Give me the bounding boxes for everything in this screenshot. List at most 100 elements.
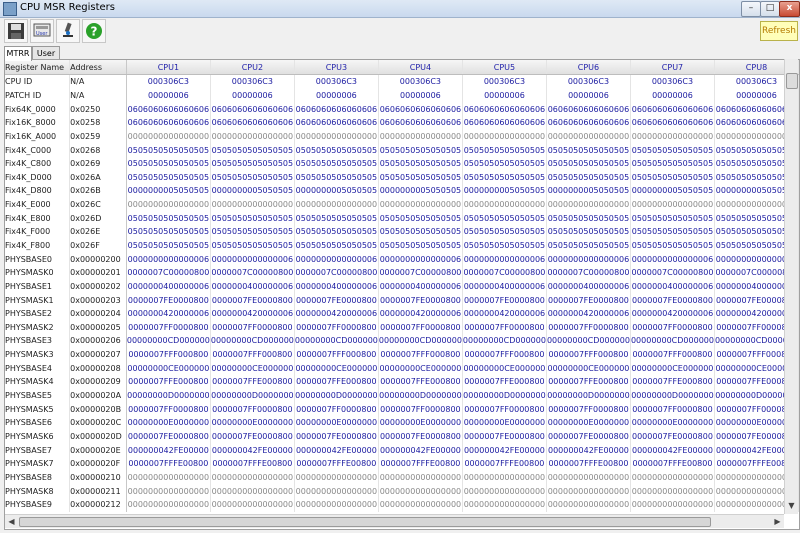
cpu5-value-cell: 000306C3 <box>462 74 547 89</box>
vertical-scrollbar[interactable]: ▼ <box>784 59 798 514</box>
table-row[interactable]: PHYSBASE4 0x00000208 00000000CE000000 00000… <box>5 361 799 376</box>
cpu2-value-cell: 0000000420000006 <box>210 306 295 321</box>
cpu6-value-cell: 0000000000000000 <box>546 484 631 498</box>
table-row[interactable]: PHYSMASK3 0x00000207 0000007FFF000800 00000… <box>5 347 799 362</box>
table-row[interactable]: PHYSBASE5 0x0000020A 00000000D0000000 00000… <box>5 388 799 403</box>
table-row[interactable]: Fix4K_E800 0x026D 0505050505050505 05050505… <box>5 211 799 226</box>
cpu1-value-cell: 0000007FFFE00800 <box>126 456 211 471</box>
cpu7-value-cell: 0000007FF0000800 <box>630 320 715 335</box>
cpu4-value-cell: 0000007FE0000800 <box>378 293 463 307</box>
app-icon <box>3 2 17 16</box>
table-row[interactable]: PHYSBASE9 0x00000212 0000000000000000 00000… <box>5 497 799 512</box>
column-header-register-name[interactable]: Register Name <box>5 60 71 75</box>
table-row[interactable]: PHYSBASE7 0x0000020E 000000042FE00000 00000… <box>5 443 799 457</box>
register-name-cell: Fix4K_D800 <box>5 184 71 198</box>
cpu3-value-cell: 00000000D0000000 <box>294 388 379 403</box>
scroll-left-arrow-icon[interactable]: ◀ <box>5 515 18 528</box>
cpu2-value-cell: 00000000CD000000 <box>210 334 295 348</box>
cpu2-value-cell: 0000007FF0000800 <box>210 402 295 417</box>
table-row[interactable]: Fix4K_D800 0x026B 0000000005050505 00000000… <box>5 184 799 198</box>
user-button[interactable]: User <box>30 19 54 43</box>
cpu2-value-cell: 0505050505050505 <box>210 238 295 253</box>
table-row[interactable]: CPU ID N/A 000306C3 000306C3 000306C3 000306C… <box>5 74 799 89</box>
table-row[interactable]: Fix4K_C800 0x0269 0505050505050505 05050505… <box>5 156 799 171</box>
tab-user[interactable]: User <box>32 46 60 60</box>
close-button[interactable]: x <box>779 1 800 17</box>
column-header-cpu2[interactable]: CPU2 <box>210 60 295 75</box>
user-button-label: User <box>36 31 48 37</box>
cpu1-value-cell: 0505050505050505 <box>126 225 211 239</box>
cpu4-value-cell: 000000042FE00000 <box>378 443 463 457</box>
register-name-cell: Fix16K_8000 <box>5 115 71 130</box>
table-row[interactable]: PHYSMASK1 0x00000203 0000007FE0000800 00000… <box>5 293 799 307</box>
cpu7-value-cell: 0000000000000000 <box>630 197 715 212</box>
save-button[interactable] <box>4 19 28 43</box>
horizontal-scroll-thumb[interactable] <box>19 517 711 527</box>
table-row[interactable]: PHYSMASK8 0x00000211 0000000000000000 00000… <box>5 484 799 498</box>
horizontal-scrollbar[interactable]: ◀ ▶ <box>5 514 784 528</box>
scroll-right-arrow-icon[interactable]: ▶ <box>771 515 784 528</box>
table-row[interactable]: Fix64K_0000 0x0250 0606060606060606 0606060… <box>5 102 799 116</box>
table-row[interactable]: Fix4K_F000 0x026E 0505050505050505 05050505… <box>5 225 799 239</box>
cpu3-value-cell: 0000000000000000 <box>294 129 379 144</box>
table-row[interactable]: Fix4K_F800 0x026F 0505050505050505 05050505… <box>5 238 799 253</box>
table-row[interactable]: PHYSMASK6 0x0000020D 0000007FE0000800 00000… <box>5 429 799 444</box>
register-name-cell: Fix4K_C000 <box>5 143 71 157</box>
register-name-cell: PHYSBASE6 <box>5 416 71 430</box>
table-row[interactable]: PHYSBASE0 0x00000200 0000000000000006 00000… <box>5 252 799 266</box>
column-header-cpu6[interactable]: CPU6 <box>546 60 631 75</box>
table-row[interactable]: PHYSMASK0 0x00000201 0000007C00000800 00000… <box>5 265 799 280</box>
cpu6-value-cell: 0000007FFFE00800 <box>546 456 631 471</box>
cpu3-value-cell: 0000000000000000 <box>294 497 379 512</box>
cpu3-value-cell: 0000000005050505 <box>294 184 379 198</box>
table-row[interactable]: Fix16K_8000 0x0258 0606060606060606 0606060… <box>5 115 799 130</box>
column-header-cpu4[interactable]: CPU4 <box>378 60 463 75</box>
cpu6-value-cell: 0000007FFF000800 <box>546 347 631 362</box>
column-header-cpu7[interactable]: CPU7 <box>630 60 715 75</box>
table-row[interactable]: PHYSBASE6 0x0000020C 00000000E0000000 00000… <box>5 416 799 430</box>
column-header-cpu3[interactable]: CPU3 <box>294 60 379 75</box>
table-row[interactable]: PHYSMASK7 0x0000020F 0000007FFFE00800 00000… <box>5 456 799 471</box>
table-row[interactable]: PHYSMASK5 0x0000020B 0000007FF0000800 00000… <box>5 402 799 417</box>
table-row[interactable]: PHYSMASK2 0x00000205 0000007FF0000800 00000… <box>5 320 799 335</box>
cpu1-value-cell: 0000007FE0000800 <box>126 429 211 444</box>
vertical-scroll-thumb[interactable] <box>786 73 798 89</box>
table-row[interactable]: PHYSBASE2 0x00000204 0000000420000006 00000… <box>5 306 799 321</box>
cpu6-value-cell: 0505050505050505 <box>546 225 631 239</box>
scroll-down-arrow-icon[interactable]: ▼ <box>785 499 798 512</box>
table-row[interactable]: PHYSMASK4 0x00000209 0000007FFE000800 00000… <box>5 375 799 389</box>
register-name-cell: PATCH ID <box>5 88 71 103</box>
cpu7-value-cell: 0505050505050505 <box>630 211 715 226</box>
cpu5-value-cell: 0505050505050505 <box>462 156 547 171</box>
help-button[interactable]: ? <box>82 19 106 43</box>
register-name-cell: PHYSBASE2 <box>5 306 71 321</box>
column-header-cpu1[interactable]: CPU1 <box>126 60 211 75</box>
column-header-cpu5[interactable]: CPU5 <box>462 60 547 75</box>
table-row[interactable]: Fix4K_C000 0x0268 0505050505050505 05050505… <box>5 143 799 157</box>
table-row[interactable]: PHYSBASE8 0x00000210 0000000000000000 00000… <box>5 470 799 485</box>
table-row[interactable]: PHYSBASE3 0x00000206 00000000CD000000 00000… <box>5 334 799 348</box>
cpu4-value-cell: 0000000000000000 <box>378 470 463 485</box>
table-row[interactable]: Fix4K_E000 0x026C 0000000000000000 00000000… <box>5 197 799 212</box>
cpu4-value-cell: 0000000000000006 <box>378 252 463 266</box>
column-header-address[interactable]: Address <box>69 60 127 75</box>
register-address-cell: N/A <box>69 74 127 89</box>
register-name-cell: Fix4K_C800 <box>5 156 71 171</box>
maximize-button[interactable]: □ <box>760 1 780 17</box>
cpu5-value-cell: 0000007FE0000800 <box>462 429 547 444</box>
cpu2-value-cell: 0000000000000000 <box>210 470 295 485</box>
tab-mtrr[interactable]: MTRR <box>4 46 32 61</box>
minimize-button[interactable]: – <box>741 1 761 17</box>
refresh-button[interactable]: Refresh <box>760 21 798 41</box>
cpu6-value-cell: 0606060606060606 <box>546 115 631 130</box>
register-address-cell: 0x00000208 <box>69 361 127 376</box>
table-row[interactable]: Fix16K_A000 0x0259 0000000000000000 0000000… <box>5 129 799 144</box>
table-row[interactable]: PATCH ID N/A 00000006 00000006 00000006 00000… <box>5 88 799 103</box>
table-row[interactable]: Fix4K_D000 0x026A 0505050505050505 05050505… <box>5 170 799 185</box>
cpu4-value-cell: 0000007C00000800 <box>378 265 463 280</box>
register-address-cell: 0x0000020D <box>69 429 127 444</box>
cpu5-value-cell: 0000000000000000 <box>462 497 547 512</box>
table-row[interactable]: PHYSBASE1 0x00000202 0000000400000006 00000… <box>5 279 799 294</box>
cpu2-value-cell: 0000007FF0000800 <box>210 320 295 335</box>
microscope-button[interactable] <box>56 19 80 43</box>
